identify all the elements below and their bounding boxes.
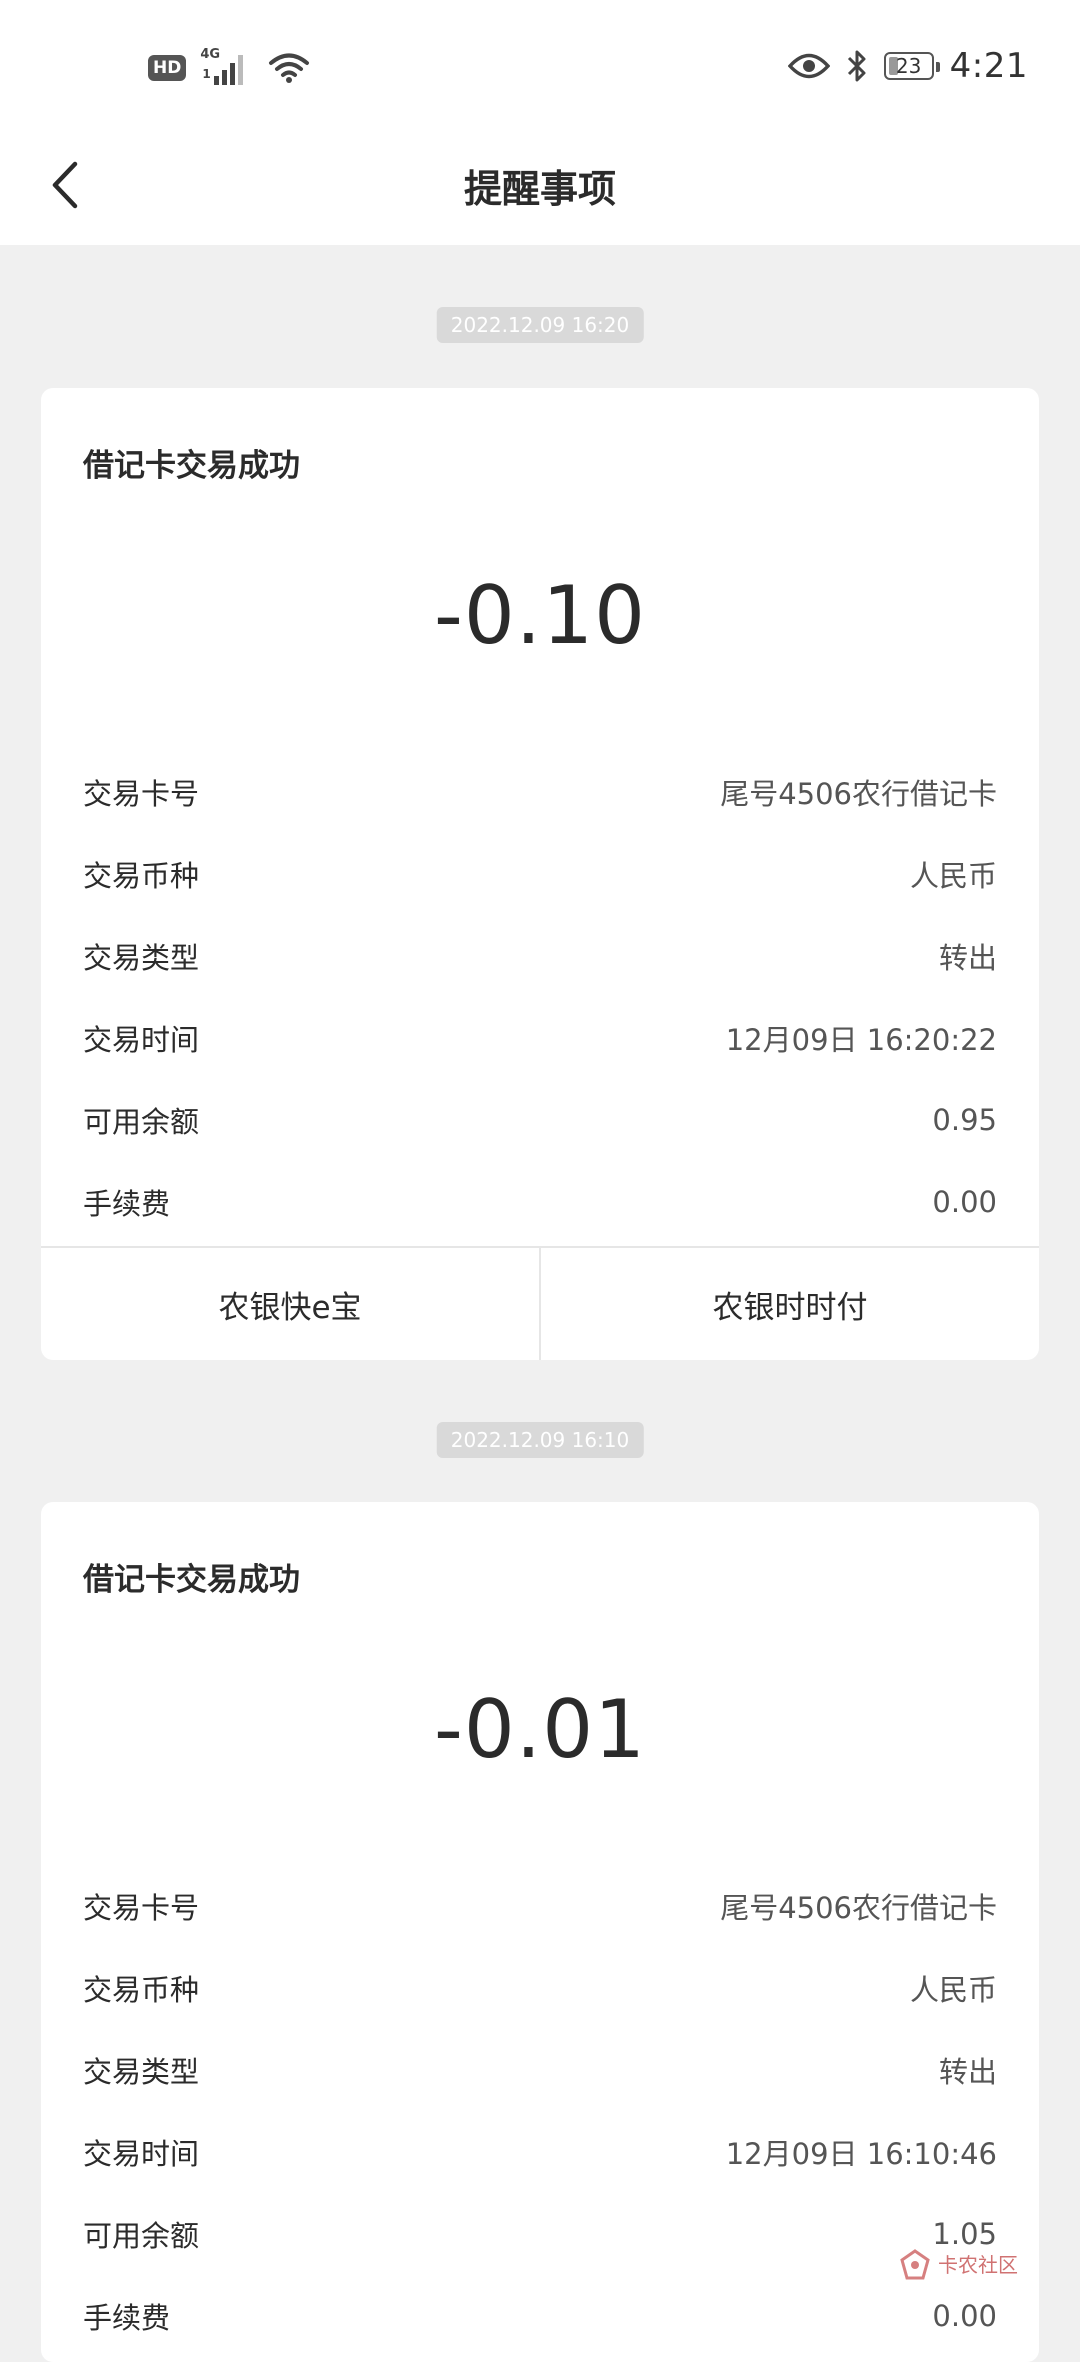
detail-row-card-number: 交易卡号 尾号4506农行借记卡	[83, 768, 997, 816]
row-label: 交易类型	[83, 941, 200, 975]
cellular-signal-icon: 4G 1	[200, 47, 254, 87]
row-label: 交易时间	[83, 2137, 200, 2171]
row-value: 1.05	[932, 2217, 997, 2251]
status-time: 4:21	[949, 46, 1028, 86]
detail-row-fee: 手续费 0.00	[83, 1178, 997, 1226]
row-label: 交易币种	[83, 1973, 200, 2007]
card-title: 借记卡交易成功	[83, 1562, 300, 1598]
watermark-text: 卡农社区	[938, 2253, 1018, 2277]
row-value: 12月09日 16:20:22	[725, 1023, 997, 1057]
row-label: 可用余额	[83, 1105, 200, 1139]
page-title: 提醒事项	[463, 167, 616, 211]
status-bar: HD 4G 1 23 4:21	[0, 0, 1080, 130]
detail-row-currency: 交易币种 人民币	[83, 850, 997, 898]
battery-icon: 23	[883, 52, 940, 80]
detail-row-type: 交易类型 转出	[83, 932, 997, 980]
message-timestamp: 2022.12.09 16:20	[436, 307, 644, 343]
eye-icon	[787, 53, 830, 79]
card-action-bar: 农银快e宝 农银时时付	[41, 1246, 1039, 1360]
watermark: 卡农社区	[898, 2248, 1018, 2282]
detail-row-time: 交易时间 12月09日 16:20:22	[83, 1014, 997, 1062]
wifi-icon	[269, 53, 310, 83]
detail-row-type: 交易类型 转出	[83, 2046, 997, 2094]
transaction-card: 借记卡交易成功 -0.10 交易卡号 尾号4506农行借记卡 交易币种 人民币 …	[41, 388, 1039, 1360]
detail-row-card-number: 交易卡号 尾号4506农行借记卡	[83, 1882, 997, 1930]
sim-slot-label: 1	[202, 67, 211, 81]
row-value: 转出	[938, 2055, 997, 2089]
row-label: 可用余额	[83, 2219, 200, 2253]
status-right: 23 4:21	[787, 44, 1028, 88]
transaction-card: 借记卡交易成功 -0.01 交易卡号 尾号4506农行借记卡 交易币种 人民币 …	[41, 1502, 1039, 2362]
row-label: 手续费	[83, 2301, 171, 2335]
signal-bars-icon	[214, 55, 244, 85]
row-value: 转出	[938, 941, 997, 975]
detail-row-balance: 可用余额 0.95	[83, 1096, 997, 1144]
bluetooth-icon	[847, 50, 866, 82]
battery-level: 23	[895, 54, 922, 78]
transaction-amount: -0.01	[434, 1683, 646, 1776]
row-label: 交易卡号	[83, 1891, 200, 1925]
row-value: 0.00	[932, 1185, 997, 1219]
row-label: 手续费	[83, 1187, 171, 1221]
row-value: 尾号4506农行借记卡	[720, 777, 997, 811]
transaction-amount: -0.10	[434, 569, 646, 662]
status-left: HD 4G 1	[148, 47, 310, 88]
shi-shi-fu-button[interactable]: 农银时时付	[539, 1248, 1039, 1360]
hd-icon: HD	[148, 55, 187, 81]
row-label: 交易卡号	[83, 777, 200, 811]
row-value: 人民币	[909, 859, 997, 893]
row-value: 人民币	[909, 1973, 997, 2007]
row-label: 交易时间	[83, 1023, 200, 1057]
header-bar: 提醒事项	[0, 130, 1080, 245]
message-timestamp: 2022.12.09 16:10	[436, 1422, 644, 1458]
detail-row-balance: 可用余额 1.05	[83, 2210, 997, 2258]
detail-row-currency: 交易币种 人民币	[83, 1964, 997, 2012]
card-title: 借记卡交易成功	[83, 448, 300, 484]
detail-row-time: 交易时间 12月09日 16:10:46	[83, 2128, 997, 2176]
row-value: 0.95	[932, 1103, 997, 1137]
row-label: 交易类型	[83, 2055, 200, 2089]
kuai-e-bao-button[interactable]: 农银快e宝	[41, 1248, 539, 1360]
row-value: 0.00	[932, 2299, 997, 2333]
row-label: 交易币种	[83, 859, 200, 893]
row-value: 12月09日 16:10:46	[725, 2137, 997, 2171]
detail-row-fee: 手续费 0.00	[83, 2292, 997, 2340]
row-value: 尾号4506农行借记卡	[720, 1891, 997, 1925]
watermark-logo-icon	[900, 2249, 930, 2280]
